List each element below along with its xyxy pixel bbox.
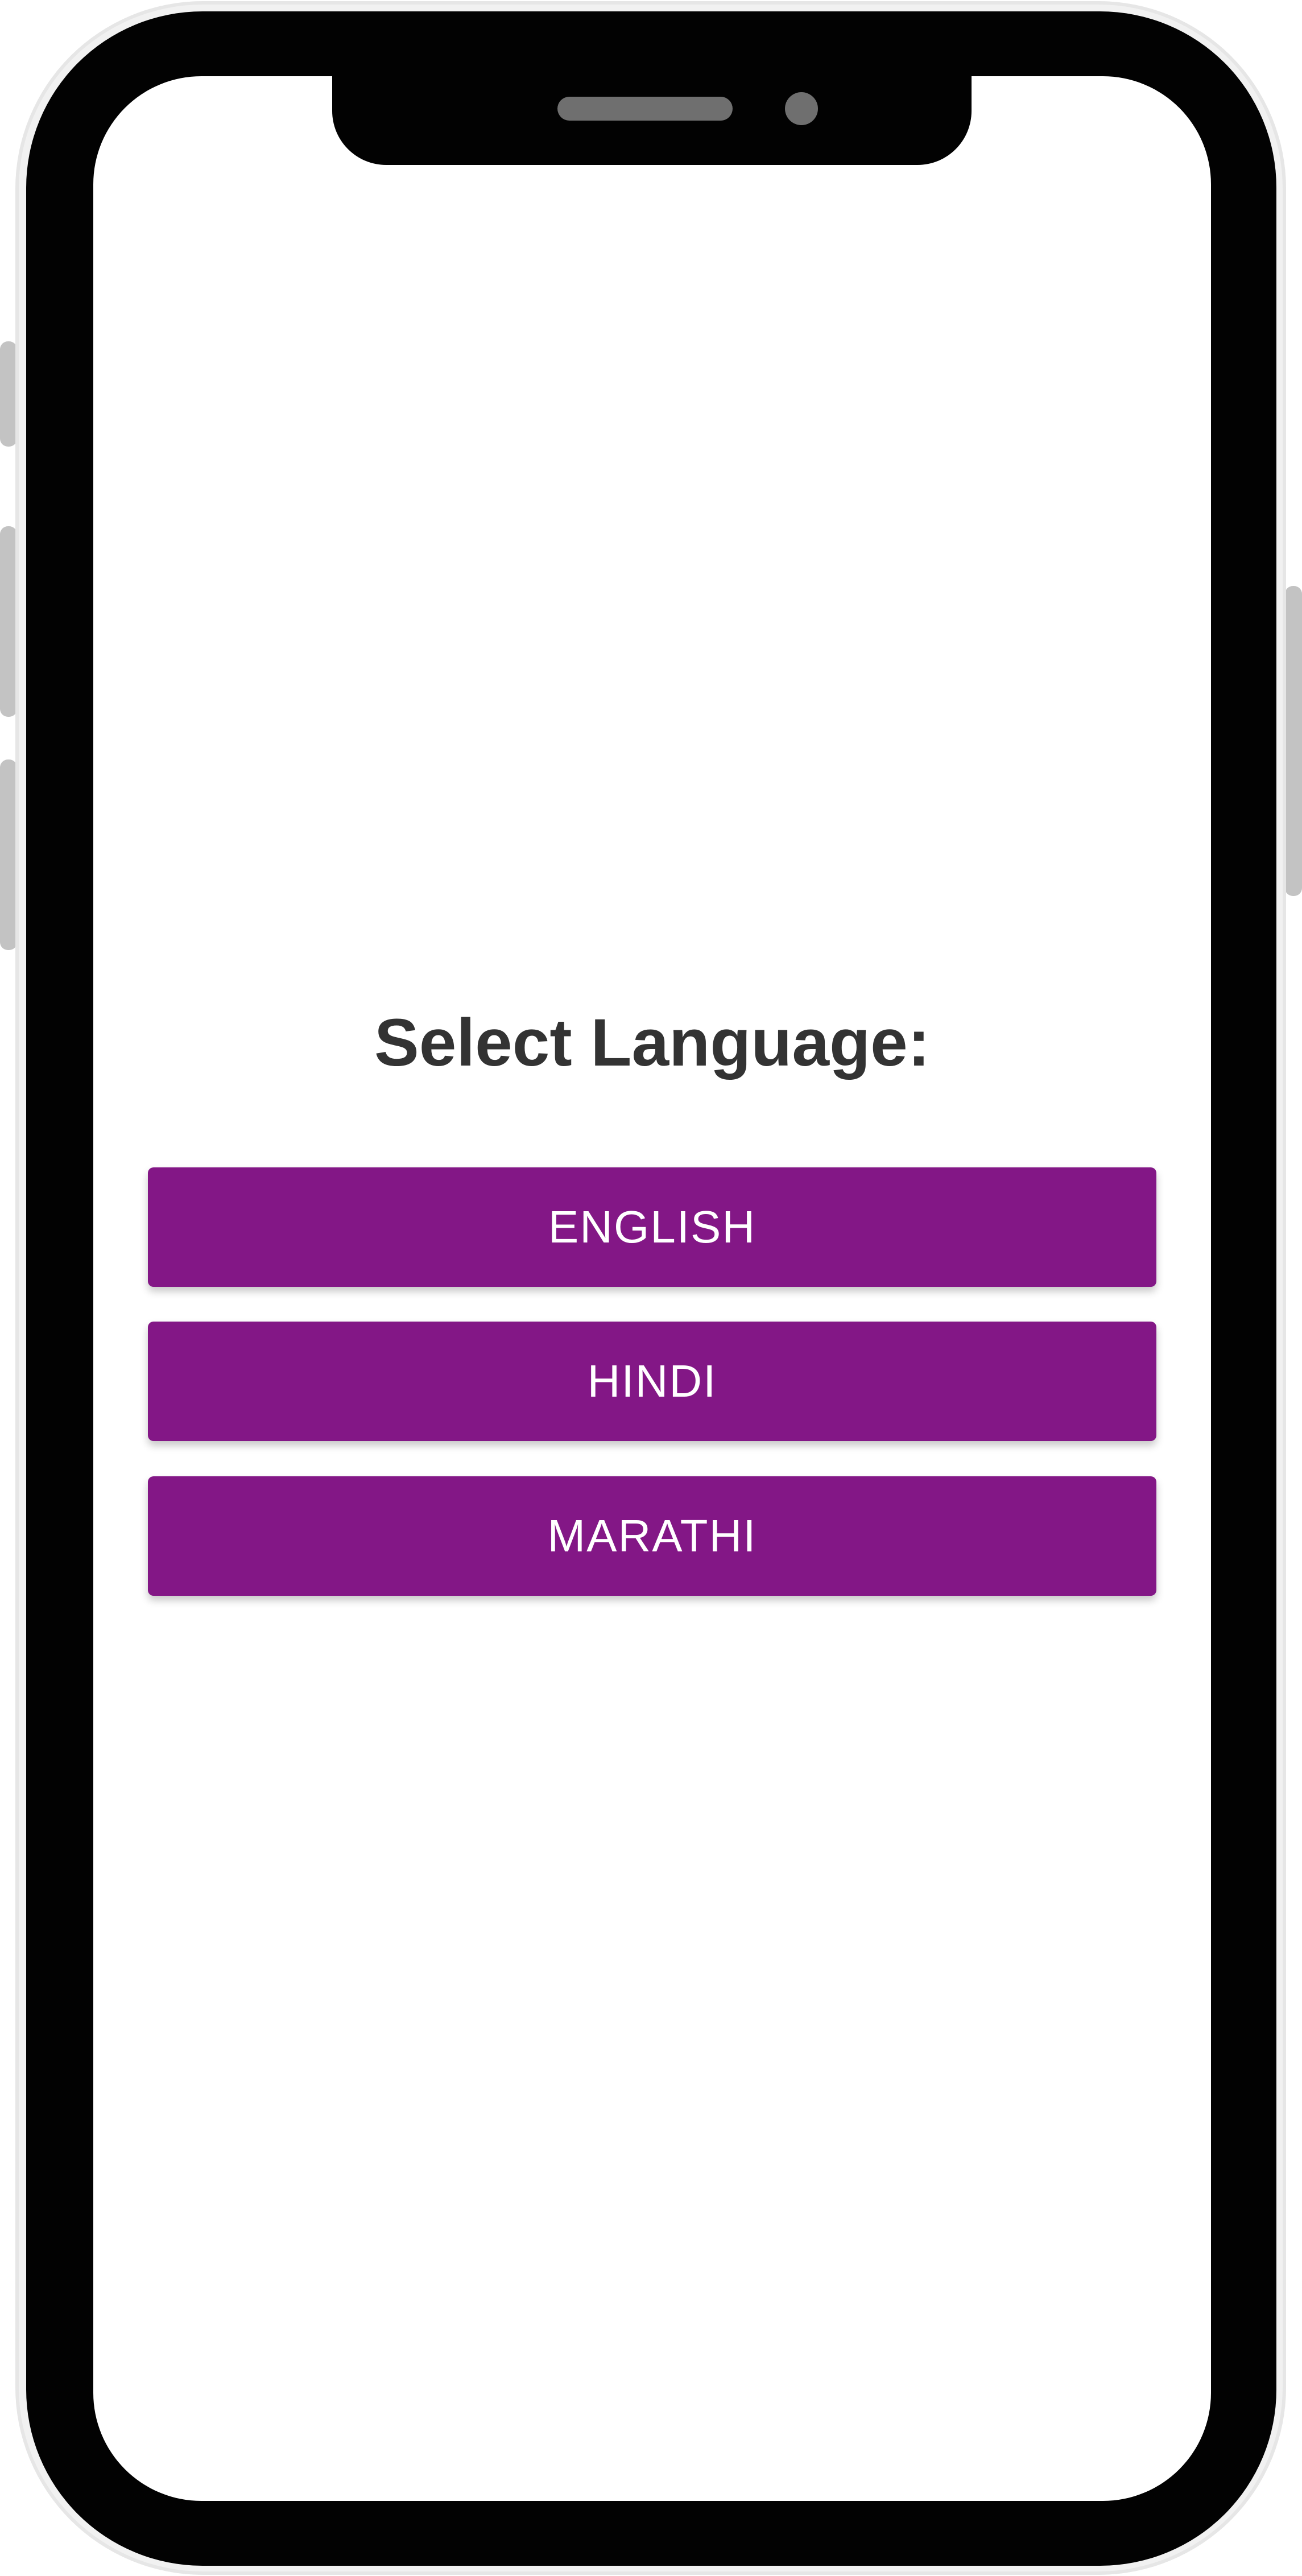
front-camera-icon [785,92,818,125]
speaker-grille-icon [557,97,733,121]
page-title: Select Language: [374,1005,930,1080]
app-screen: Select Language: ENGLISH HINDI MARATHI [93,76,1211,2501]
device-mockup: Select Language: ENGLISH HINDI MARATHI [0,0,1302,2576]
device-notch [332,46,972,165]
mute-switch [0,341,17,447]
volume-up-button [0,526,17,717]
volume-down-button [0,759,17,950]
hindi-button[interactable]: HINDI [148,1322,1156,1441]
marathi-button[interactable]: MARATHI [148,1476,1156,1596]
english-button[interactable]: ENGLISH [148,1167,1156,1287]
power-button [1285,586,1302,896]
